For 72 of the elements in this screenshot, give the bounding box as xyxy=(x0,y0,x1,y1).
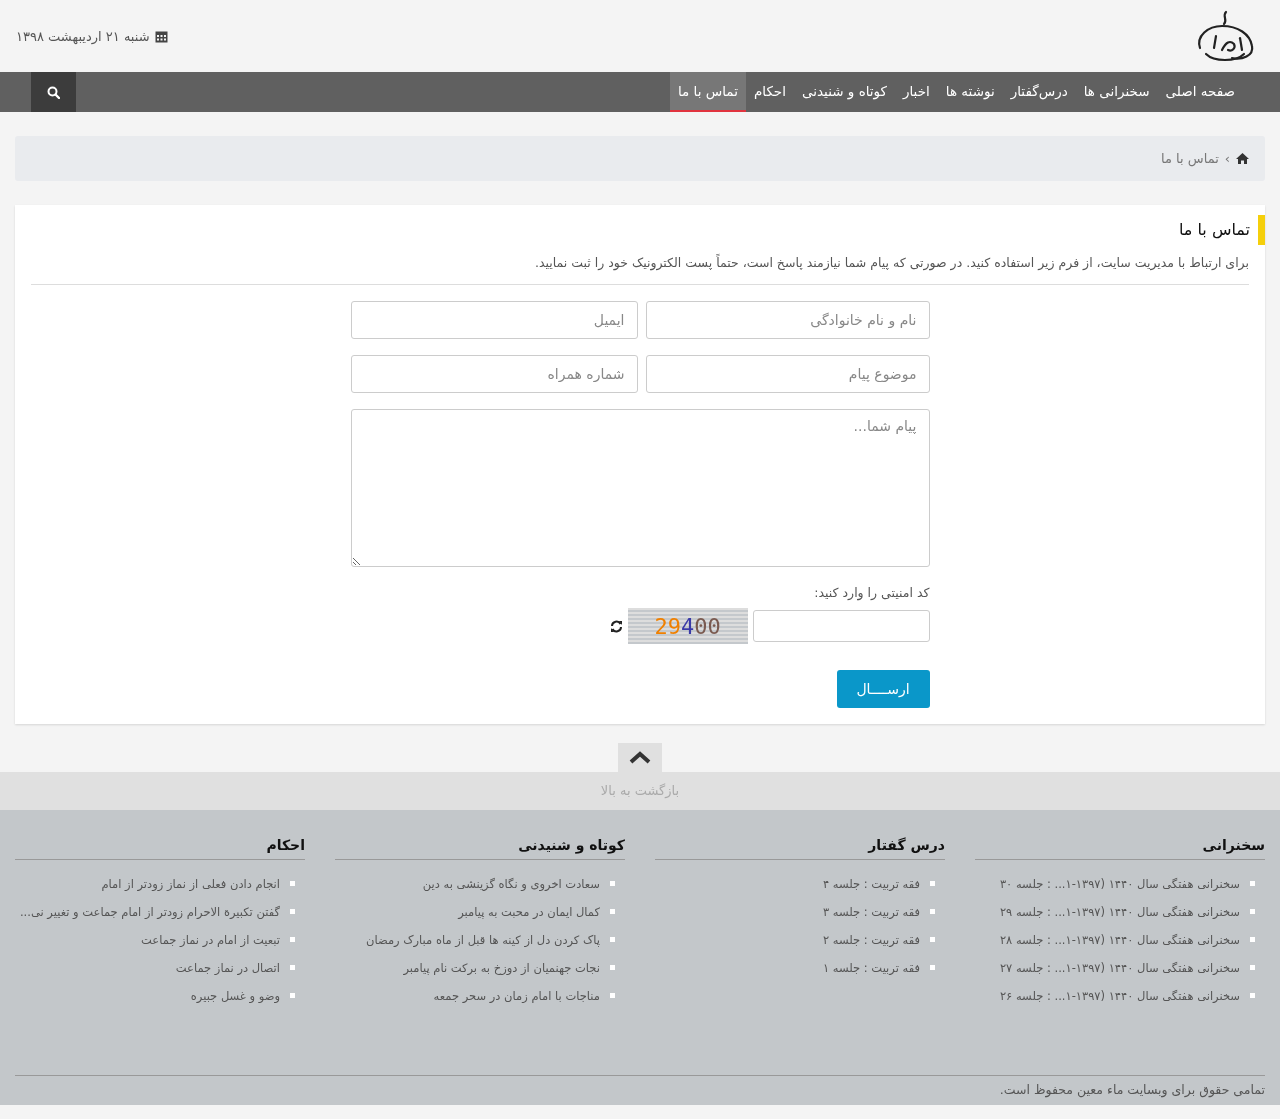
nav-link[interactable]: سخنرانی ها xyxy=(1075,72,1158,112)
footer-link[interactable]: پاک کردن دل از کینه ها قبل از ماه مبارک رمضان xyxy=(365,926,600,954)
footer-link[interactable]: وضو و غسل جبیره xyxy=(190,982,280,1010)
footer-link[interactable]: سخنرانی هفتگی سال ۱۴۴۰ (۱۳۹۷-۱... : جلسه ۲۶ xyxy=(999,982,1240,1010)
intro-text: برای ارتباط با مدیریت سایت، از فرم زیر استفاده کنید. در صورتی که پیام شما نیازمند پاسخ است، حتماً پست الکترونیک خود را ثبت نمایید. xyxy=(31,255,1249,285)
search-icon xyxy=(47,85,60,99)
breadcrumb-item[interactable]: تماس با ما xyxy=(1161,151,1219,166)
footer-heading: سخنرانی xyxy=(975,837,1265,860)
footer-link[interactable]: گفتن تکبیرة الاحرام زودتر از امام جماعت و تغییر نی... xyxy=(19,898,280,926)
nav-link[interactable]: تماس با ما xyxy=(670,72,746,112)
bullet-icon xyxy=(290,937,295,942)
footer-link[interactable]: فقه تربیت : جلسه ۲ xyxy=(823,926,920,954)
captcha-label: کد امنیتی را وارد کنید: xyxy=(813,585,930,600)
footer-link[interactable]: مناجات با امام زمان در سحر جمعه xyxy=(433,982,600,1010)
bullet-icon xyxy=(930,909,935,914)
bullet-icon xyxy=(290,965,295,970)
footer-link[interactable]: سخنرانی هفتگی سال ۱۴۴۰ (۱۳۹۷-۱... : جلسه ۳۰ xyxy=(999,870,1240,898)
input-field[interactable]: موضوع پیام xyxy=(645,355,930,393)
input-field[interactable]: نام و نام خانوادگی xyxy=(645,301,930,339)
nav-link[interactable]: درس‌گفتار xyxy=(1002,72,1076,112)
submit-button[interactable]: ارســــال xyxy=(836,670,930,708)
footer-link[interactable]: سخنرانی هفتگی سال ۱۴۴۰ (۱۳۹۷-۱... : جلسه ۲۸ xyxy=(999,926,1240,954)
calendar-icon xyxy=(154,29,168,43)
footer-link[interactable]: سعادت اخروی و نگاه گزینشی به دین xyxy=(422,870,600,898)
footer-link[interactable]: سخنرانی هفتگی سال ۱۴۴۰ (۱۳۹۷-۱... : جلسه ۲۹ xyxy=(999,898,1240,926)
bullet-icon xyxy=(610,909,615,914)
nav-link[interactable]: احکام xyxy=(745,72,794,112)
nav-link[interactable]: اخبار xyxy=(895,72,938,112)
bullet-icon xyxy=(610,993,615,998)
bullet-icon xyxy=(1250,965,1255,970)
back-to-top-button[interactable] xyxy=(618,743,662,772)
bullet-icon xyxy=(1250,881,1255,886)
bullet-icon xyxy=(930,965,935,970)
footer-link[interactable]: اتصال در نماز جماعت xyxy=(175,954,280,982)
captcha-field[interactable] xyxy=(752,610,930,642)
search-button[interactable] xyxy=(31,72,76,112)
footer-heading: احکام xyxy=(15,837,305,860)
bullet-icon xyxy=(290,881,295,886)
chevron-up-icon xyxy=(629,751,651,764)
home-icon[interactable] xyxy=(1236,153,1249,164)
footer-link[interactable]: تبعیت از امام در نماز جماعت xyxy=(141,926,280,954)
footer-link[interactable]: انجام دادن فعلی از نماز زودتر از امام xyxy=(101,870,280,898)
footer-heading: درس گفتار xyxy=(655,837,945,860)
nav-link[interactable]: کوتاه و شنیدنی xyxy=(793,72,895,112)
bullet-icon xyxy=(1250,937,1255,942)
footer-heading: کوتاه و شنیدنی xyxy=(335,837,625,860)
input-field[interactable]: شماره همراه xyxy=(350,355,638,393)
footer-link[interactable]: فقه تربیت : جلسه ۴ xyxy=(823,870,920,898)
copyright-text: تمامی حقوق برای وبسایت ماء معین محفوظ است. xyxy=(15,1075,1265,1097)
bullet-icon xyxy=(610,965,615,970)
bullet-icon xyxy=(610,881,615,886)
footer-link[interactable]: کمال ایمان در محبت به پیامبر xyxy=(458,898,600,926)
bullet-icon xyxy=(1250,993,1255,998)
message-field[interactable]: پیام شما... xyxy=(350,409,930,567)
captcha-image: 29400 xyxy=(627,608,748,644)
bullet-icon xyxy=(930,881,935,886)
footer-link[interactable]: نجات جهنمیان از دوزخ به برکت نام پیامبر xyxy=(403,954,600,982)
nav-link[interactable]: نوشته ها xyxy=(937,72,1003,112)
section-title: تماس با ما xyxy=(1178,215,1265,245)
footer-link[interactable]: فقه تربیت : جلسه ۱ xyxy=(823,954,920,982)
bullet-icon xyxy=(930,937,935,942)
bullet-icon xyxy=(290,993,295,998)
bullet-icon xyxy=(610,937,615,942)
bullet-icon xyxy=(290,909,295,914)
bullet-icon xyxy=(1250,909,1255,914)
separator-icon: › xyxy=(1224,151,1230,166)
date-text: شنبه ۲۱ اردیبهشت ۱۳۹۸ xyxy=(16,28,168,44)
footer-link[interactable]: فقه تربیت : جلسه ۳ xyxy=(823,898,920,926)
refresh-icon[interactable] xyxy=(609,619,623,633)
footer-link[interactable]: سخنرانی هفتگی سال ۱۴۴۰ (۱۳۹۷-۱... : جلسه ۲۷ xyxy=(999,954,1240,982)
input-field[interactable]: ایمیل xyxy=(350,301,638,339)
nav-link[interactable]: صفحه اصلی xyxy=(1157,72,1243,112)
